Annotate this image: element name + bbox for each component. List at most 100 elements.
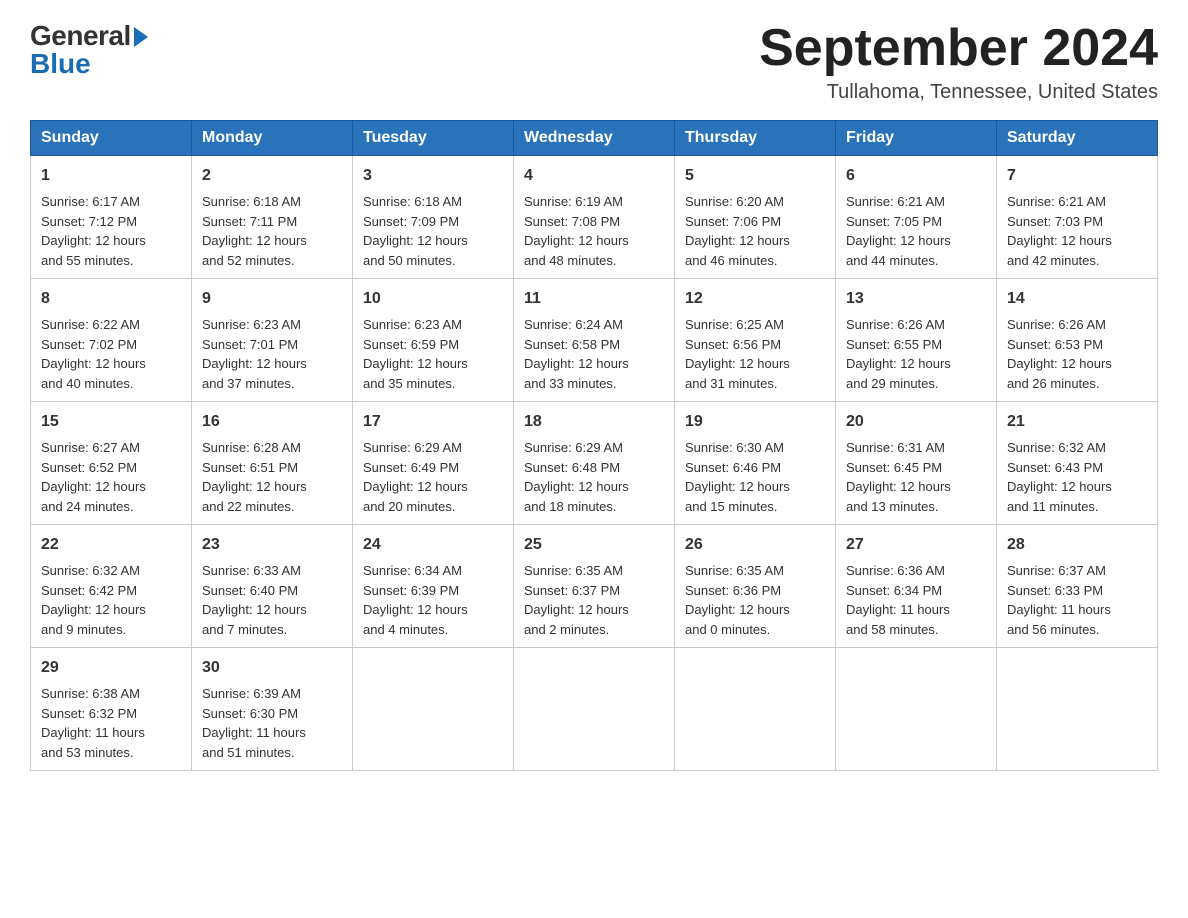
day-info: Sunrise: 6:21 AM Sunset: 7:05 PM Dayligh… (846, 194, 951, 268)
title-area: September 2024 Tullahoma, Tennessee, Uni… (759, 20, 1158, 104)
day-info: Sunrise: 6:21 AM Sunset: 7:03 PM Dayligh… (1007, 194, 1112, 268)
calendar-cell: 25 Sunrise: 6:35 AM Sunset: 6:37 PM Dayli… (514, 525, 675, 648)
day-info: Sunrise: 6:24 AM Sunset: 6:58 PM Dayligh… (524, 317, 629, 391)
calendar-cell: 19 Sunrise: 6:30 AM Sunset: 6:46 PM Dayli… (675, 402, 836, 525)
logo: General Blue (30, 20, 148, 80)
day-number: 14 (1007, 287, 1147, 311)
calendar-cell: 28 Sunrise: 6:37 AM Sunset: 6:33 PM Dayli… (997, 525, 1158, 648)
day-number: 10 (363, 287, 503, 311)
day-number: 21 (1007, 410, 1147, 434)
day-number: 7 (1007, 164, 1147, 188)
day-info: Sunrise: 6:18 AM Sunset: 7:11 PM Dayligh… (202, 194, 307, 268)
calendar-cell: 16Sunrise: 6:28 AM Sunset: 6:51 PM Dayli… (192, 402, 353, 525)
logo-blue-text: Blue (30, 48, 91, 80)
day-info: Sunrise: 6:17 AM Sunset: 7:12 PM Dayligh… (41, 194, 146, 268)
day-info: Sunrise: 6:26 AM Sunset: 6:53 PM Dayligh… (1007, 317, 1112, 391)
header-saturday: Saturday (997, 121, 1158, 156)
calendar-cell: 27Sunrise: 6:36 AM Sunset: 6:34 PM Dayli… (836, 525, 997, 648)
header-monday: Monday (192, 121, 353, 156)
calendar-cell: 13Sunrise: 6:26 AM Sunset: 6:55 PM Dayli… (836, 279, 997, 402)
day-number: 24 (363, 533, 503, 557)
day-number: 25 (524, 533, 664, 557)
day-number: 5 (685, 164, 825, 188)
calendar-week-row: 1 Sunrise: 6:17 AM Sunset: 7:12 PM Daylig… (31, 156, 1158, 279)
day-number: 20 (846, 410, 986, 434)
calendar-table: SundayMondayTuesdayWednesdayThursdayFrid… (30, 120, 1158, 771)
day-info: Sunrise: 6:23 AM Sunset: 7:01 PM Dayligh… (202, 317, 307, 391)
calendar-cell: 1 Sunrise: 6:17 AM Sunset: 7:12 PM Daylig… (31, 156, 192, 279)
day-info: Sunrise: 6:29 AM Sunset: 6:49 PM Dayligh… (363, 440, 468, 514)
day-info: Sunrise: 6:23 AM Sunset: 6:59 PM Dayligh… (363, 317, 468, 391)
header-tuesday: Tuesday (353, 121, 514, 156)
calendar-cell: 5 Sunrise: 6:20 AM Sunset: 7:06 PM Daylig… (675, 156, 836, 279)
calendar-cell: 18Sunrise: 6:29 AM Sunset: 6:48 PM Dayli… (514, 402, 675, 525)
calendar-cell: 9 Sunrise: 6:23 AM Sunset: 7:01 PM Daylig… (192, 279, 353, 402)
day-info: Sunrise: 6:39 AM Sunset: 6:30 PM Dayligh… (202, 686, 306, 760)
day-info: Sunrise: 6:18 AM Sunset: 7:09 PM Dayligh… (363, 194, 468, 268)
calendar-cell: 7 Sunrise: 6:21 AM Sunset: 7:03 PM Daylig… (997, 156, 1158, 279)
header-thursday: Thursday (675, 121, 836, 156)
calendar-cell: 10 Sunrise: 6:23 AM Sunset: 6:59 PM Dayli… (353, 279, 514, 402)
calendar-cell: 29Sunrise: 6:38 AM Sunset: 6:32 PM Dayli… (31, 648, 192, 771)
day-number: 1 (41, 164, 181, 188)
calendar-week-row: 29Sunrise: 6:38 AM Sunset: 6:32 PM Dayli… (31, 648, 1158, 771)
day-number: 28 (1007, 533, 1147, 557)
calendar-cell (997, 648, 1158, 771)
calendar-cell: 12 Sunrise: 6:25 AM Sunset: 6:56 PM Dayli… (675, 279, 836, 402)
calendar-week-row: 8 Sunrise: 6:22 AM Sunset: 7:02 PM Daylig… (31, 279, 1158, 402)
day-info: Sunrise: 6:33 AM Sunset: 6:40 PM Dayligh… (202, 563, 307, 637)
day-number: 6 (846, 164, 986, 188)
day-number: 29 (41, 656, 181, 680)
calendar-week-row: 22 Sunrise: 6:32 AM Sunset: 6:42 PM Dayli… (31, 525, 1158, 648)
calendar-cell: 11 Sunrise: 6:24 AM Sunset: 6:58 PM Dayli… (514, 279, 675, 402)
day-info: Sunrise: 6:22 AM Sunset: 7:02 PM Dayligh… (41, 317, 146, 391)
calendar-cell (675, 648, 836, 771)
month-year-title: September 2024 (759, 20, 1158, 77)
calendar-cell: 6 Sunrise: 6:21 AM Sunset: 7:05 PM Daylig… (836, 156, 997, 279)
header-sunday: Sunday (31, 121, 192, 156)
calendar-cell: 30Sunrise: 6:39 AM Sunset: 6:30 PM Dayli… (192, 648, 353, 771)
day-info: Sunrise: 6:26 AM Sunset: 6:55 PM Dayligh… (846, 317, 951, 391)
day-info: Sunrise: 6:34 AM Sunset: 6:39 PM Dayligh… (363, 563, 468, 637)
day-number: 8 (41, 287, 181, 311)
day-number: 9 (202, 287, 342, 311)
calendar-header-row: SundayMondayTuesdayWednesdayThursdayFrid… (31, 121, 1158, 156)
calendar-cell: 20Sunrise: 6:31 AM Sunset: 6:45 PM Dayli… (836, 402, 997, 525)
day-info: Sunrise: 6:19 AM Sunset: 7:08 PM Dayligh… (524, 194, 629, 268)
day-info: Sunrise: 6:30 AM Sunset: 6:46 PM Dayligh… (685, 440, 790, 514)
day-number: 4 (524, 164, 664, 188)
calendar-cell (514, 648, 675, 771)
location-subtitle: Tullahoma, Tennessee, United States (759, 81, 1158, 104)
calendar-cell: 24 Sunrise: 6:34 AM Sunset: 6:39 PM Dayli… (353, 525, 514, 648)
day-number: 2 (202, 164, 342, 188)
calendar-cell: 14 Sunrise: 6:26 AM Sunset: 6:53 PM Dayli… (997, 279, 1158, 402)
day-number: 27 (846, 533, 986, 557)
logo-triangle-icon (134, 27, 148, 47)
day-number: 3 (363, 164, 503, 188)
calendar-cell: 3 Sunrise: 6:18 AM Sunset: 7:09 PM Daylig… (353, 156, 514, 279)
day-info: Sunrise: 6:35 AM Sunset: 6:36 PM Dayligh… (685, 563, 790, 637)
calendar-cell: 4 Sunrise: 6:19 AM Sunset: 7:08 PM Daylig… (514, 156, 675, 279)
day-number: 23 (202, 533, 342, 557)
calendar-cell: 15Sunrise: 6:27 AM Sunset: 6:52 PM Dayli… (31, 402, 192, 525)
header-friday: Friday (836, 121, 997, 156)
day-number: 22 (41, 533, 181, 557)
day-number: 12 (685, 287, 825, 311)
day-number: 11 (524, 287, 664, 311)
day-info: Sunrise: 6:32 AM Sunset: 6:43 PM Dayligh… (1007, 440, 1112, 514)
day-number: 19 (685, 410, 825, 434)
day-info: Sunrise: 6:32 AM Sunset: 6:42 PM Dayligh… (41, 563, 146, 637)
calendar-week-row: 15Sunrise: 6:27 AM Sunset: 6:52 PM Dayli… (31, 402, 1158, 525)
header-wednesday: Wednesday (514, 121, 675, 156)
day-info: Sunrise: 6:25 AM Sunset: 6:56 PM Dayligh… (685, 317, 790, 391)
day-info: Sunrise: 6:37 AM Sunset: 6:33 PM Dayligh… (1007, 563, 1111, 637)
calendar-cell: 2 Sunrise: 6:18 AM Sunset: 7:11 PM Daylig… (192, 156, 353, 279)
page-header: General Blue September 2024 Tullahoma, T… (30, 20, 1158, 104)
calendar-cell: 8 Sunrise: 6:22 AM Sunset: 7:02 PM Daylig… (31, 279, 192, 402)
day-info: Sunrise: 6:29 AM Sunset: 6:48 PM Dayligh… (524, 440, 629, 514)
calendar-cell: 22 Sunrise: 6:32 AM Sunset: 6:42 PM Dayli… (31, 525, 192, 648)
calendar-cell: 17Sunrise: 6:29 AM Sunset: 6:49 PM Dayli… (353, 402, 514, 525)
day-info: Sunrise: 6:28 AM Sunset: 6:51 PM Dayligh… (202, 440, 307, 514)
day-info: Sunrise: 6:20 AM Sunset: 7:06 PM Dayligh… (685, 194, 790, 268)
day-info: Sunrise: 6:35 AM Sunset: 6:37 PM Dayligh… (524, 563, 629, 637)
